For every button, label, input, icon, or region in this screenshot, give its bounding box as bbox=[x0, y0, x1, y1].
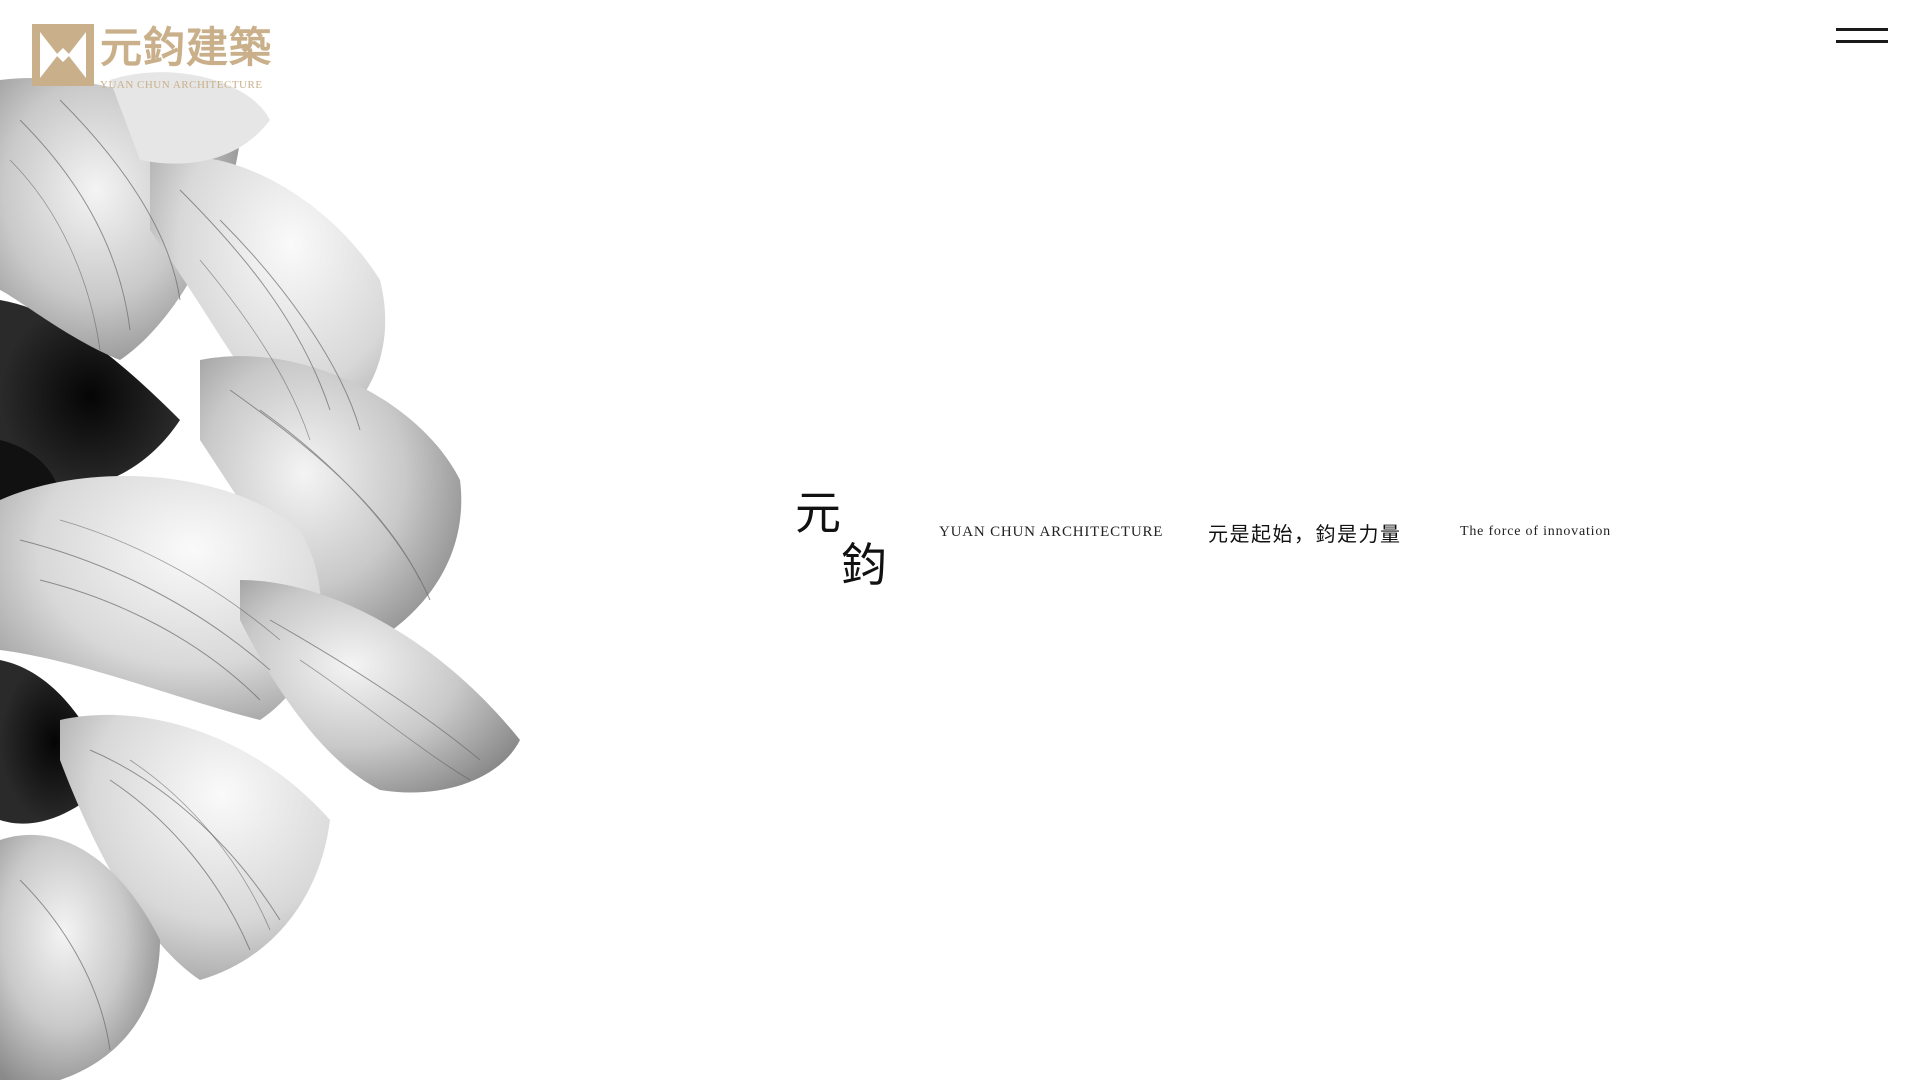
tagline-english-name: YUAN CHUN ARCHITECTURE bbox=[939, 524, 1164, 540]
brand-char-yuan: 元 bbox=[795, 486, 841, 540]
tagline-chinese-motto: 元是起始，鈞是力量 bbox=[1208, 522, 1402, 546]
logo-english-name: YUAN CHUN ARCHITECTURE bbox=[100, 79, 263, 91]
brand-char-chun: 鈞 bbox=[841, 538, 887, 592]
hamburger-menu-icon[interactable] bbox=[1836, 24, 1888, 50]
menu-line-bottom bbox=[1836, 40, 1888, 43]
logo-text: 元鈞建築 YUAN CHUN ARCHITECTURE bbox=[100, 24, 272, 92]
brand-vertical-name: 元 鈞 bbox=[795, 488, 895, 598]
logo-chinese-name: 元鈞建築 bbox=[100, 23, 273, 72]
flower-petals-illustration bbox=[0, 72, 520, 1080]
site-logo[interactable]: 元鈞建築 YUAN CHUN ARCHITECTURE bbox=[32, 24, 272, 92]
landing-page: 元鈞建築 YUAN CHUN ARCHITECTURE 元 鈞 YUAN CHU… bbox=[0, 0, 1920, 1080]
menu-line-top bbox=[1836, 28, 1888, 31]
yc-monogram-icon bbox=[32, 24, 94, 86]
tagline-english-motto: The force of innovation bbox=[1460, 524, 1611, 539]
hero-flower-image bbox=[0, 60, 620, 1080]
